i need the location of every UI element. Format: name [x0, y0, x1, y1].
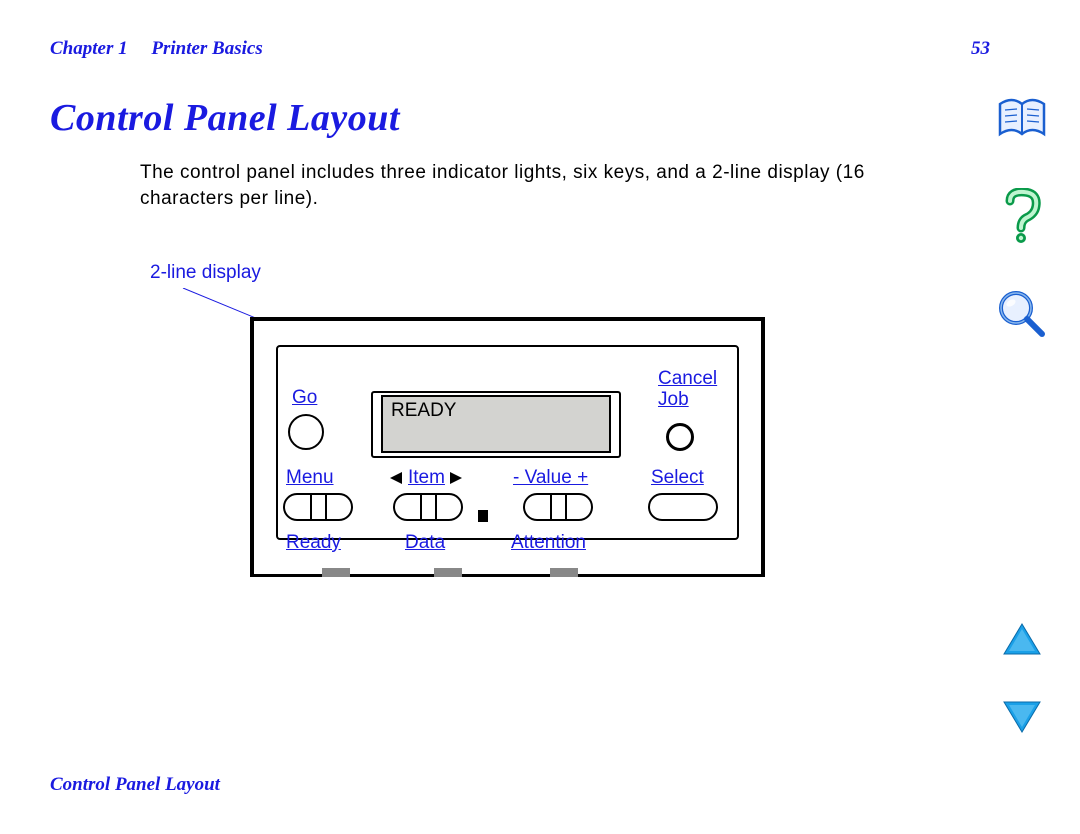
document-page: Chapter 1 Printer Basics 53 Control Pane… — [0, 0, 1080, 834]
ready-indicator-light — [322, 568, 350, 577]
cancel-job-button[interactable] — [666, 423, 694, 451]
control-panel-diagram: Go Cancel Job READY Menu Item - Value + … — [250, 317, 765, 577]
page-up-button[interactable] — [1002, 622, 1042, 656]
cancel-job-line2: Job — [658, 389, 689, 410]
item-button[interactable] — [393, 493, 463, 521]
go-button[interactable] — [288, 414, 324, 450]
cancel-job-line1: Cancel — [658, 368, 717, 389]
attention-light-label[interactable]: Attention — [511, 532, 586, 554]
value-button[interactable] — [523, 493, 593, 521]
callout-2line-display: 2-line display — [150, 262, 261, 284]
chapter-title: Printer Basics — [151, 38, 262, 59]
footer-section-title: Control Panel Layout — [50, 774, 220, 796]
data-indicator-light — [434, 568, 462, 577]
chapter-number: Chapter 1 — [50, 38, 128, 59]
menu-key-label[interactable]: Menu — [286, 467, 334, 489]
value-key-label[interactable]: - Value + — [513, 467, 588, 489]
job-indicator-icon — [478, 510, 488, 522]
lcd-display: READY — [381, 395, 611, 453]
page-number: 53 — [971, 38, 990, 60]
lcd-text: READY — [391, 400, 456, 421]
menu-button[interactable] — [283, 493, 353, 521]
arrow-left-icon — [390, 472, 402, 484]
cancel-job-label[interactable]: Cancel Job — [658, 369, 717, 411]
book-icon[interactable] — [994, 90, 1050, 146]
page-down-button[interactable] — [1002, 700, 1042, 734]
ready-light-label[interactable]: Ready — [286, 532, 341, 554]
select-key-label[interactable]: Select — [651, 467, 704, 489]
select-button[interactable] — [648, 493, 718, 521]
attention-indicator-light — [550, 568, 578, 577]
panel-inner-frame: Go Cancel Job READY Menu Item - Value + … — [276, 345, 739, 540]
arrow-right-icon — [450, 472, 462, 484]
item-key-label: Item — [408, 467, 445, 488]
page-title: Control Panel Layout — [50, 96, 1030, 140]
item-key-label-group[interactable]: Item — [390, 467, 449, 489]
data-light-label[interactable]: Data — [405, 532, 445, 554]
help-icon[interactable] — [994, 188, 1050, 244]
body-paragraph: The control panel includes three indicat… — [140, 160, 940, 211]
page-header: Chapter 1 Printer Basics 53 — [50, 38, 1030, 68]
chapter-heading: Chapter 1 Printer Basics — [50, 38, 263, 60]
search-icon[interactable] — [994, 286, 1050, 342]
go-key-label[interactable]: Go — [292, 387, 317, 409]
